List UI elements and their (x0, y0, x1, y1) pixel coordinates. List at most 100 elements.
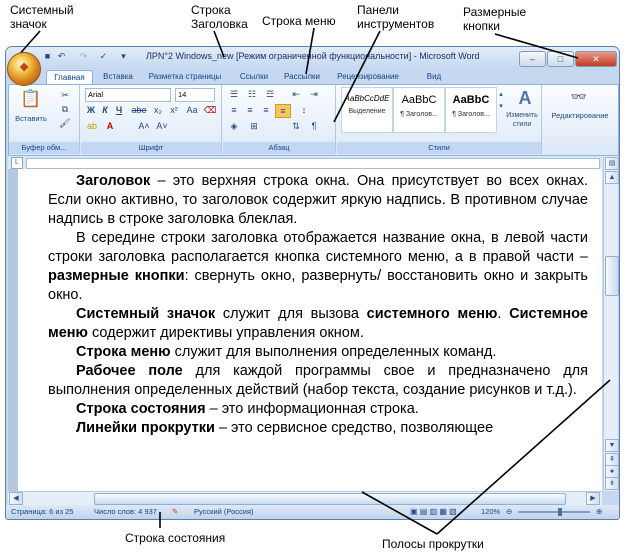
redo-icon[interactable]: ↷ (78, 51, 89, 62)
ruler-toggle-icon[interactable]: ▤ (605, 157, 619, 170)
style-heading-2[interactable]: AaBbC ¶ Заголов... (445, 87, 497, 133)
binoculars-icon[interactable]: 👓 (569, 89, 589, 105)
maximize-button[interactable]: □ (547, 51, 574, 67)
shrink-font-icon[interactable]: A˅ (155, 120, 169, 132)
spelling-icon[interactable]: ✓ (98, 51, 109, 62)
justify-icon[interactable]: ≡ (275, 104, 291, 118)
zoom-out-icon[interactable]: ⊖ (506, 505, 512, 519)
undo-icon[interactable]: ↶ (56, 51, 67, 62)
clear-format-icon[interactable]: ⌫ (203, 104, 217, 116)
menu-tabs: Главная Вставка Разметка страницы Ссылки… (6, 67, 619, 85)
style-heading-1[interactable]: AaBbC ¶ Заголов... (393, 87, 445, 133)
tab-mailings[interactable]: Рассылки (278, 70, 326, 84)
font-size-select[interactable]: 14 (175, 88, 215, 102)
window-title: ЛРN°2 Windows_new [Режим ограниченной фу… (146, 51, 480, 61)
zoom-in-icon[interactable]: ⊕ (596, 505, 602, 519)
callout-size-buttons: Размерные кнопки (463, 5, 527, 33)
size-buttons: – □ ✕ (518, 49, 617, 67)
callout-title-bar: Строка Заголовка (191, 3, 248, 31)
increase-indent-icon[interactable]: ⇥ (307, 88, 321, 100)
title-bar[interactable]: ■ ↶ ↷ ✓ ▾ ЛРN°2 Windows_new [Режим огран… (6, 47, 619, 67)
italic-icon[interactable]: К (99, 104, 111, 116)
ruler-row: L (8, 156, 617, 169)
view-buttons[interactable]: ▣ ▤ ▥ ▦ ▧ (410, 505, 457, 519)
word-count[interactable]: Число слов: 4 937 (94, 505, 157, 519)
vertical-scrollbar[interactable]: ▤ ▲ ▼ ⇞ ● ⇟ (603, 156, 619, 491)
horizontal-scroll-thumb[interactable] (94, 493, 566, 505)
underline-icon[interactable]: Ч (113, 104, 125, 116)
horizontal-ruler[interactable] (26, 158, 600, 169)
paragraph: Заголовок – это верхняя строка окна. Она… (48, 173, 588, 227)
sort-icon[interactable]: ⇅ (289, 120, 303, 132)
horizontal-scrollbar[interactable]: ◀ ▶ (8, 491, 602, 505)
tab-review[interactable]: Рецензирование (328, 70, 408, 84)
vertical-scroll-thumb[interactable] (605, 256, 619, 296)
callout-system-icon: Системный значок (10, 3, 74, 31)
save-icon[interactable]: ■ (42, 51, 53, 62)
group-editing: 👓 Редактирование (543, 85, 617, 154)
cut-icon[interactable]: ✂ (59, 89, 71, 101)
zoom-thumb[interactable] (558, 508, 562, 516)
grow-font-icon[interactable]: A˄ (137, 120, 151, 132)
numbering-icon[interactable]: ☷ (245, 88, 259, 100)
format-painter-icon[interactable]: 🖌 (59, 117, 71, 129)
superscript-icon[interactable]: x² (167, 104, 181, 116)
tab-home[interactable]: Главная (46, 70, 93, 85)
status-bar: Страница: 6 из 25 Число слов: 4 937 ✎ Ру… (6, 505, 619, 519)
callout-status-bar: Строка состояния (125, 531, 226, 545)
scroll-left-button[interactable]: ◀ (9, 492, 23, 505)
subscript-icon[interactable]: x₂ (151, 104, 165, 116)
paste-button[interactable]: Вставить (11, 113, 51, 125)
highlight-icon[interactable]: ab (85, 120, 99, 132)
change-case-icon[interactable]: Aa (185, 104, 199, 116)
next-page-button[interactable]: ⇟ (605, 477, 619, 490)
minimize-button[interactable]: – (519, 51, 546, 67)
line-spacing-icon[interactable]: ↕ (297, 104, 311, 116)
paragraph: В середине строки заголовка отображается… (48, 230, 588, 303)
font-color-icon[interactable]: A (103, 120, 117, 132)
scroll-down-button[interactable]: ▼ (605, 439, 619, 452)
copy-icon[interactable]: ⧉ (59, 103, 71, 115)
align-right-icon[interactable]: ≡ (259, 104, 273, 116)
styles-scroll-icon[interactable]: ▴ ▾ (497, 89, 505, 113)
change-styles-button[interactable]: Изменить стили (503, 111, 541, 129)
tab-selector-icon[interactable]: L (11, 157, 23, 169)
clipboard-group-label: Буфер обм... (9, 142, 79, 154)
show-marks-icon[interactable]: ¶ (307, 120, 321, 132)
tab-insert[interactable]: Вставка (96, 70, 140, 84)
qat-dropdown-icon[interactable]: ▾ (118, 51, 129, 62)
strikethrough-icon[interactable]: abe (131, 104, 147, 116)
style-sample: AaBbC (401, 94, 437, 106)
scroll-right-button[interactable]: ▶ (586, 492, 600, 505)
group-font: Arial 14 Ж К Ч abe x₂ x² Aa ab A A˄ A˅ ⌫… (81, 85, 222, 154)
scroll-up-button[interactable]: ▲ (605, 171, 619, 184)
close-button[interactable]: ✕ (575, 51, 617, 67)
shading-icon[interactable]: ◈ (227, 120, 241, 132)
page-count[interactable]: Страница: 6 из 25 (11, 505, 73, 519)
style-name: ¶ Заголов... (452, 111, 490, 118)
document-page[interactable]: Заголовок – это верхняя строка окна. Она… (18, 169, 602, 491)
editing-button[interactable]: Редактирование (543, 110, 617, 122)
proofing-icon[interactable]: ✎ (172, 505, 178, 519)
borders-icon[interactable]: ⊞ (247, 120, 261, 132)
paste-icon[interactable]: 📋 (19, 89, 43, 109)
office-button[interactable]: ❖ (7, 52, 41, 86)
language-indicator[interactable]: Русский (Россия) (194, 505, 254, 519)
style-emphasis[interactable]: AaBbCcDdE Выделение (341, 87, 393, 133)
callout-scrollbars: Полосы прокрутки (382, 537, 484, 551)
align-center-icon[interactable]: ≡ (243, 104, 257, 116)
decrease-indent-icon[interactable]: ⇤ (289, 88, 303, 100)
tab-references[interactable]: Ссылки (234, 70, 274, 84)
bold-icon[interactable]: Ж (85, 104, 97, 116)
zoom-level[interactable]: 120% (481, 505, 500, 519)
paragraph: Рабочее поле для каждой программы свое и… (48, 363, 588, 398)
tab-page-layout[interactable]: Разметка страницы (144, 70, 226, 84)
change-styles-icon[interactable]: A (513, 87, 537, 109)
align-left-icon[interactable]: ≡ (227, 104, 241, 116)
multilevel-list-icon[interactable]: ☲ (263, 88, 277, 100)
bullets-icon[interactable]: ☰ (227, 88, 241, 100)
zoom-slider[interactable] (518, 511, 590, 513)
tab-view[interactable]: Вид (420, 70, 448, 84)
word-window: ■ ↶ ↷ ✓ ▾ ЛРN°2 Windows_new [Режим огран… (5, 46, 620, 520)
font-name-select[interactable]: Arial (85, 88, 171, 102)
